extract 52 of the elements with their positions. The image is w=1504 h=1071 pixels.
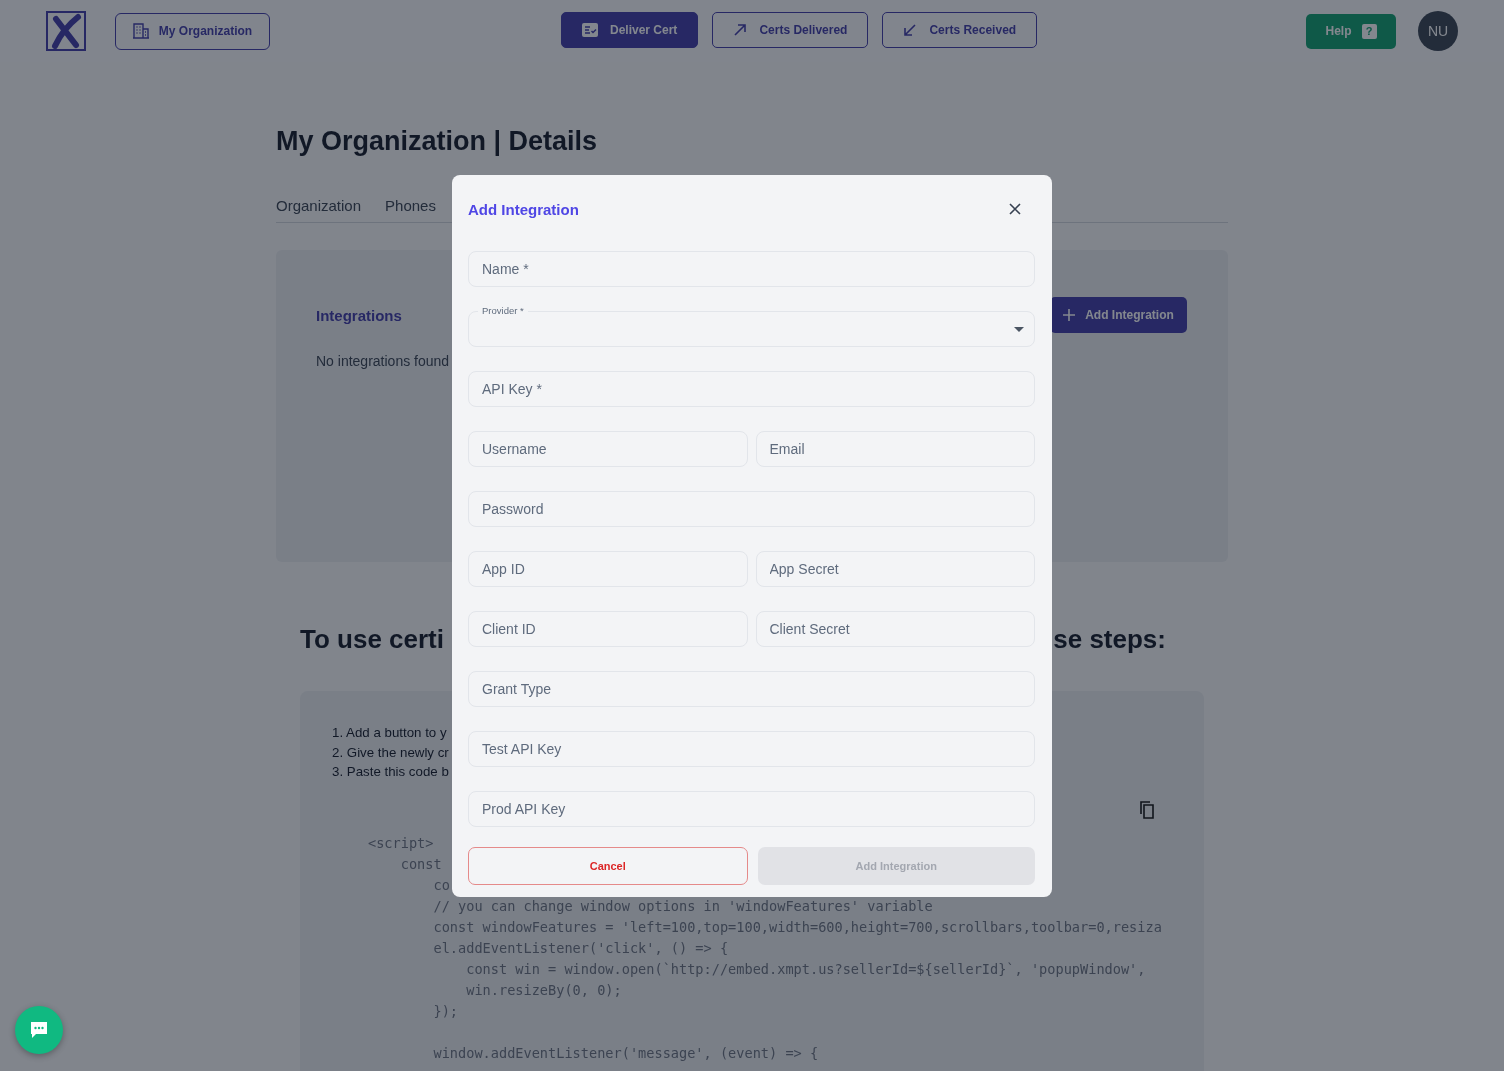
input-field[interactable]: Test API Key: [468, 731, 1035, 767]
chat-icon: [29, 1020, 49, 1040]
code-line: <script>: [368, 834, 434, 851]
plus-icon: [1063, 309, 1076, 321]
instruction-step: 2. Give the newly cr: [332, 742, 449, 762]
code-line: window.addEventListener('message', (event) => {: [432, 1044, 819, 1061]
code-line: win.resizeBy(0, 0);: [465, 981, 622, 998]
nav-button[interactable]: Certs Received: [882, 12, 1038, 48]
code-line: });: [432, 1002, 459, 1019]
section-title: Integrations: [316, 306, 402, 324]
section-heading: se steps:: [1053, 624, 1166, 655]
section-heading: To use certi: [300, 624, 444, 655]
my-organization-button[interactable]: My Organization: [115, 12, 270, 50]
tab[interactable]: Phones: [385, 197, 436, 214]
code-line: const windowFeatures = 'left=100,top=100,width=600,height=700,scrollbars,toolbar=0,resiza: [432, 918, 1162, 935]
input-field[interactable]: Email: [755, 431, 1035, 467]
code-line: // you can change window options in 'windowFeatures' variable: [432, 897, 933, 914]
input-field[interactable]: Client Secret: [755, 611, 1035, 647]
input-field[interactable]: App Secret: [755, 551, 1035, 587]
chat-button[interactable]: [15, 1006, 63, 1054]
input-field[interactable]: API Key *: [468, 371, 1035, 407]
code-line: el.addEventListener('click', () => {: [432, 939, 729, 956]
code-line: co: [432, 876, 450, 893]
input-field[interactable]: Grant Type: [468, 671, 1035, 707]
instruction-step: 3. Paste this code b: [332, 762, 449, 782]
input-field[interactable]: Password: [468, 491, 1035, 527]
code-line: const: [399, 855, 442, 872]
empty-message: No integrations found: [316, 353, 451, 369]
instruction-step: 1. Add a button to y: [332, 723, 447, 743]
code-line: const win = window.open(`http://embed.xmpt.us?sellerId=${sellerId}`, 'popupWindow',: [465, 960, 1146, 977]
caret-icon: [1014, 326, 1024, 332]
nav-button[interactable]: Certs Delivered: [712, 12, 869, 48]
arrow-up-right-icon: [733, 23, 748, 37]
page-title: My Organization | Details: [276, 126, 599, 157]
input-field[interactable]: Username: [468, 431, 748, 467]
tab[interactable]: Organization: [276, 197, 362, 214]
building-icon: [132, 23, 149, 39]
cancel-button[interactable]: Cancel: [468, 847, 748, 885]
input-field[interactable]: Name *: [468, 251, 1035, 287]
copy-icon[interactable]: [1140, 801, 1156, 819]
nav-button[interactable]: Deliver Cert: [561, 12, 699, 48]
input-field[interactable]: Prod API Key: [468, 791, 1035, 827]
close-icon: [1009, 203, 1021, 215]
add-integration-button[interactable]: Add Integration: [1050, 297, 1187, 333]
input-field[interactable]: App ID: [468, 551, 748, 587]
user-avatar[interactable]: NU: [1418, 11, 1458, 51]
logo-icon[interactable]: [46, 11, 86, 51]
help-button[interactable]: Help ?: [1306, 13, 1396, 49]
input-field[interactable]: Client ID: [468, 611, 748, 647]
certificate-icon: [582, 23, 598, 37]
arrow-down-left-icon: [903, 23, 918, 37]
dialog-title: Add Integration: [468, 200, 579, 218]
